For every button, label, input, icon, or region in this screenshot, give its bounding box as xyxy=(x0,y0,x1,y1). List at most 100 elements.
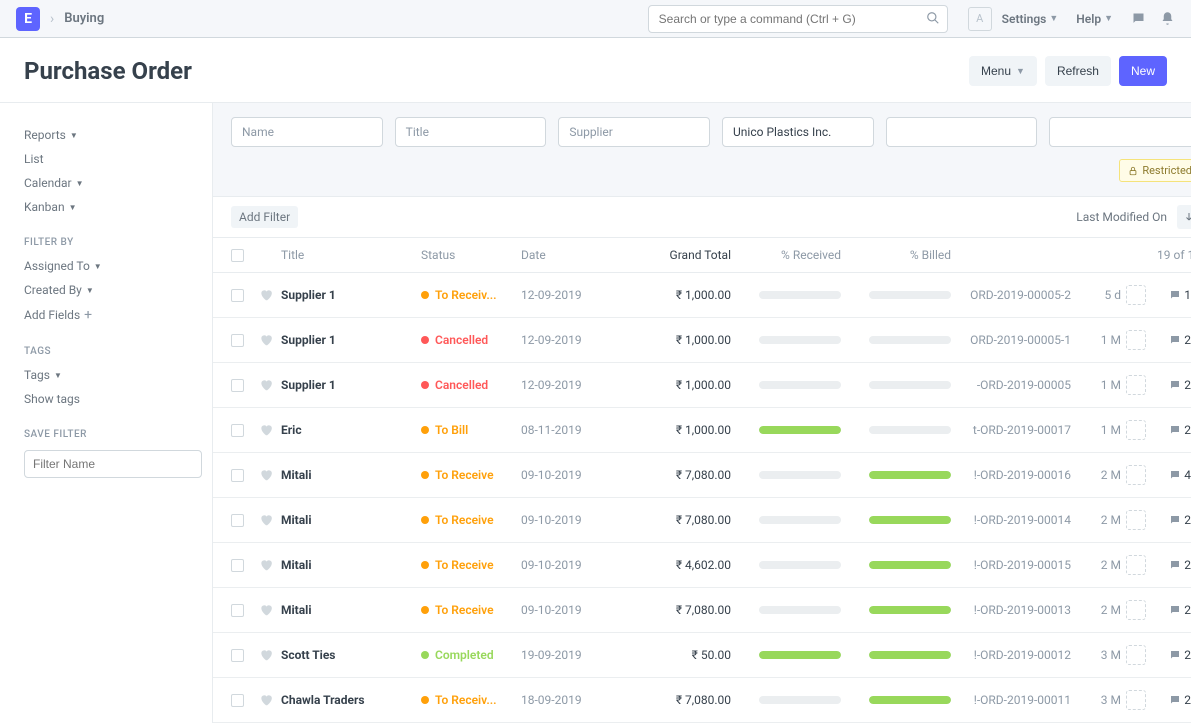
assign-button[interactable] xyxy=(1126,465,1146,485)
assign-button[interactable] xyxy=(1126,600,1146,620)
row-checkbox[interactable] xyxy=(231,694,244,707)
row-checkbox[interactable] xyxy=(231,379,244,392)
help-menu[interactable]: Help▼ xyxy=(1076,12,1113,26)
table-row[interactable]: Supplier 1To Receiv...12-09-2019₹ 1,000.… xyxy=(213,273,1191,318)
col-title[interactable]: Title xyxy=(281,248,421,262)
row-checkbox[interactable] xyxy=(231,424,244,437)
chevron-down-icon: ▼ xyxy=(86,286,94,295)
heart-icon[interactable] xyxy=(259,423,273,437)
sort-by-label[interactable]: Last Modified On xyxy=(1076,210,1167,224)
breadcrumb[interactable]: Buying xyxy=(64,11,104,26)
row-comments[interactable]: 2 xyxy=(1151,513,1191,527)
table-row[interactable]: Supplier 1Cancelled12-09-2019₹ 1,000.00-… xyxy=(213,363,1191,408)
col-status[interactable]: Status xyxy=(421,248,521,262)
row-checkbox[interactable] xyxy=(231,334,244,347)
row-comments[interactable]: 2 xyxy=(1151,693,1191,707)
table-row[interactable]: MitaliTo Receive09-10-2019₹ 4,602.00!-OR… xyxy=(213,543,1191,588)
heart-icon[interactable] xyxy=(259,558,273,572)
sidebar-item-reports[interactable]: Reports▼ xyxy=(24,123,188,147)
sidebar-filter-created-by[interactable]: Created By▼ xyxy=(24,278,188,302)
chevron-down-icon: ▼ xyxy=(76,179,84,188)
row-age: 2 M xyxy=(1071,468,1121,482)
sidebar-filter-add-fields[interactable]: Add Fields+ xyxy=(24,302,188,328)
table-row[interactable]: Supplier 1Cancelled12-09-2019₹ 1,000.00O… xyxy=(213,318,1191,363)
row-comments[interactable]: 2 xyxy=(1151,423,1191,437)
assign-button[interactable] xyxy=(1126,420,1146,440)
search-icon[interactable] xyxy=(926,11,940,25)
sidebar-tags[interactable]: Tags▼ xyxy=(24,363,188,387)
table-header: Title Status Date Grand Total % Received… xyxy=(213,238,1191,273)
row-comments[interactable]: 2 xyxy=(1151,648,1191,662)
filter-field-5[interactable] xyxy=(1049,117,1191,147)
filter-name-input[interactable] xyxy=(24,450,202,478)
row-status: To Receiv... xyxy=(421,693,521,707)
row-billed xyxy=(841,696,951,704)
table-row[interactable]: MitaliTo Receive09-10-2019₹ 7,080.00!-OR… xyxy=(213,588,1191,633)
row-checkbox[interactable] xyxy=(231,604,244,617)
heart-icon[interactable] xyxy=(259,603,273,617)
row-checkbox[interactable] xyxy=(231,514,244,527)
heart-icon[interactable] xyxy=(259,693,273,707)
menu-button[interactable]: Menu▼ xyxy=(969,56,1037,86)
row-comments[interactable]: 2 xyxy=(1151,333,1191,347)
table-row[interactable]: MitaliTo Receive09-10-2019₹ 7,080.00!-OR… xyxy=(213,453,1191,498)
row-comments[interactable]: 2 xyxy=(1151,558,1191,572)
sidebar-show-tags[interactable]: Show tags xyxy=(24,387,188,411)
filter-field-4[interactable] xyxy=(886,117,1038,147)
filter-field-3[interactable]: Unico Plastics Inc. xyxy=(722,117,874,147)
row-comments[interactable]: 1 xyxy=(1151,288,1191,302)
select-all-checkbox[interactable] xyxy=(231,249,244,262)
sort-direction-button[interactable] xyxy=(1177,205,1191,229)
row-checkbox[interactable] xyxy=(231,649,244,662)
row-comments[interactable]: 4 xyxy=(1151,468,1191,482)
filter-by-heading: FILTER BY xyxy=(24,237,188,248)
assign-button[interactable] xyxy=(1126,285,1146,305)
assign-button[interactable] xyxy=(1126,375,1146,395)
heart-icon[interactable] xyxy=(259,648,273,662)
sidebar-item-calendar[interactable]: Calendar▼ xyxy=(24,171,188,195)
sidebar-item-kanban[interactable]: Kanban▼ xyxy=(24,195,188,219)
add-filter-button[interactable]: Add Filter xyxy=(231,206,298,228)
assign-button[interactable] xyxy=(1126,645,1146,665)
restricted-badge[interactable]: Restricted xyxy=(1119,159,1191,182)
bell-icon[interactable] xyxy=(1160,11,1175,26)
assign-button[interactable] xyxy=(1126,330,1146,350)
filter-field-1[interactable]: Title xyxy=(395,117,547,147)
heart-icon[interactable] xyxy=(259,513,273,527)
heart-icon[interactable] xyxy=(259,288,273,302)
row-checkbox[interactable] xyxy=(231,289,244,302)
col-grand-total[interactable]: Grand Total xyxy=(631,248,731,262)
row-billed xyxy=(841,471,951,479)
row-total: ₹ 1,000.00 xyxy=(631,423,731,437)
row-checkbox[interactable] xyxy=(231,559,244,572)
app-logo[interactable]: E xyxy=(16,7,40,31)
heart-icon[interactable] xyxy=(259,468,273,482)
row-age: 2 M xyxy=(1071,603,1121,617)
search-input[interactable] xyxy=(648,5,948,33)
col-date[interactable]: Date xyxy=(521,248,631,262)
col-billed[interactable]: % Billed xyxy=(841,248,951,262)
heart-icon[interactable] xyxy=(259,333,273,347)
row-checkbox[interactable] xyxy=(231,469,244,482)
row-comments[interactable]: 2 xyxy=(1151,603,1191,617)
new-button[interactable]: New xyxy=(1119,56,1167,86)
avatar[interactable]: A xyxy=(968,7,992,31)
settings-menu[interactable]: Settings▼ xyxy=(1002,12,1059,26)
assign-button[interactable] xyxy=(1126,690,1146,710)
filter-field-0[interactable]: Name xyxy=(231,117,383,147)
filter-field-2[interactable]: Supplier xyxy=(558,117,710,147)
assign-button[interactable] xyxy=(1126,555,1146,575)
table-row[interactable]: Chawla TradersTo Receiv...18-09-2019₹ 7,… xyxy=(213,678,1191,723)
refresh-button[interactable]: Refresh xyxy=(1045,56,1111,86)
sidebar-filter-assigned-to[interactable]: Assigned To▼ xyxy=(24,254,188,278)
table-row[interactable]: EricTo Bill08-11-2019₹ 1,000.00t-ORD-201… xyxy=(213,408,1191,453)
list-toolbar: Add Filter Last Modified On xyxy=(213,197,1191,238)
chat-icon[interactable] xyxy=(1131,11,1146,26)
table-row[interactable]: Scott TiesCompleted19-09-2019₹ 50.00!-OR… xyxy=(213,633,1191,678)
row-comments[interactable]: 2 xyxy=(1151,378,1191,392)
sidebar-item-list[interactable]: List xyxy=(24,147,188,171)
heart-icon[interactable] xyxy=(259,378,273,392)
table-row[interactable]: MitaliTo Receive09-10-2019₹ 7,080.00!-OR… xyxy=(213,498,1191,543)
col-received[interactable]: % Received xyxy=(731,248,841,262)
assign-button[interactable] xyxy=(1126,510,1146,530)
